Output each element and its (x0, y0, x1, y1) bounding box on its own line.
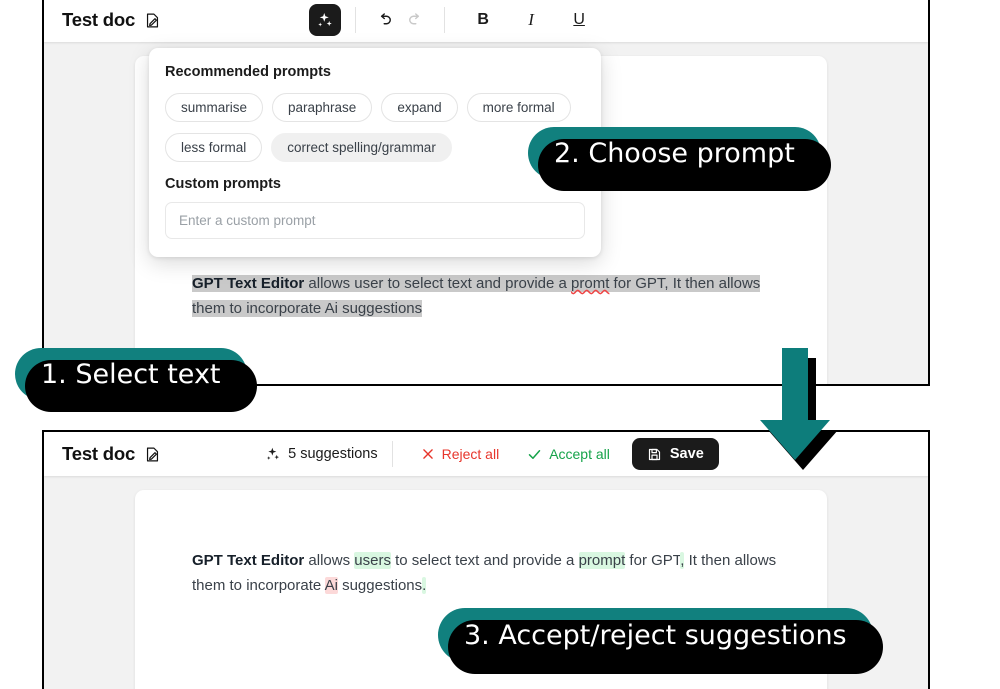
toolbar-divider-2 (444, 7, 446, 33)
cross-icon (422, 449, 433, 459)
doc-text-segment: suggestions (337, 577, 423, 594)
toolbar-divider-1 (391, 441, 393, 467)
recommended-prompt-chips-row-1: summarise paraphrase expand more formal (165, 93, 585, 122)
suggestion-insert-period[interactable]: . (422, 577, 427, 594)
toolbar-controls: B I U (309, 4, 603, 36)
callout-step-2: 2. Choose prompt (528, 127, 831, 191)
save-label: Save (669, 446, 704, 462)
prompt-chip-paraphrase[interactable]: paraphrase (272, 93, 373, 122)
editor-canvas: GPT Text Editor allows user to select te… (44, 42, 928, 384)
callout-step-1: 1. Select text (15, 348, 257, 412)
bold-button[interactable]: B (468, 5, 498, 35)
document-body-text[interactable]: GPT Text Editor allows users to select t… (192, 548, 787, 598)
custom-prompts-heading: Custom prompts (165, 176, 281, 192)
recommended-prompt-chips-row-2: less formal correct spelling/grammar (165, 133, 585, 162)
doc-text-segment: for GPT (625, 552, 681, 569)
suggestions-controls: 5 suggestions Reject all Accept all Save (265, 438, 719, 470)
callout-step-1-label: 1. Select text (41, 358, 221, 390)
suggestions-count: 5 suggestions (265, 446, 378, 462)
editor-toolbar: Test doc B I U (44, 0, 928, 42)
ai-sparkles-button[interactable] (309, 4, 342, 36)
callout-step-3: 3. Accept/reject suggestions (438, 608, 883, 674)
misspelled-word: promt (571, 275, 610, 292)
suggestion-delete-ai[interactable]: Ai (324, 577, 338, 594)
redo-arrow-icon (409, 13, 420, 25)
pencil-document-icon[interactable] (144, 12, 161, 29)
pencil-document-icon[interactable] (144, 446, 161, 463)
suggestion-insert-users[interactable]: users (354, 552, 391, 569)
callout-step-3-label: 3. Accept/reject suggestions (464, 619, 847, 651)
reject-all-label: Reject all (441, 446, 500, 462)
prompt-chip-summarise[interactable]: summarise (165, 93, 264, 122)
custom-prompt-input[interactable] (165, 202, 585, 239)
doc-text-segment: allows (304, 552, 355, 569)
suggestion-insert-prompt[interactable]: prompt (578, 552, 626, 569)
doc-text-segment: allows user to select text and provide a (304, 275, 572, 292)
prompt-chip-more-formal[interactable]: more formal (466, 93, 571, 122)
ai-sparkles-icon (267, 447, 280, 460)
prompt-chip-expand[interactable]: expand (381, 93, 458, 122)
document-title[interactable]: Test doc (62, 9, 135, 31)
screenshot-stage: Test doc B I U GPT Text Editor allows us… (0, 0, 1000, 689)
toolbar-divider-1 (355, 7, 357, 33)
ai-sparkles-icon (318, 12, 332, 27)
document-body-text[interactable]: GPT Text Editor allows user to select te… (192, 271, 787, 321)
redo-button[interactable] (400, 5, 430, 35)
doc-bold-lead: GPT Text Editor (192, 552, 305, 569)
prompt-chip-less-formal[interactable]: less formal (165, 133, 263, 162)
down-arrow-icon (760, 348, 838, 470)
undo-button[interactable] (370, 5, 400, 35)
reject-all-button[interactable]: Reject all (421, 446, 500, 462)
callout-step-2-label: 2. Choose prompt (554, 137, 795, 169)
undo-arrow-icon (381, 13, 392, 25)
suggestions-count-label: 5 suggestions (288, 446, 378, 462)
doc-bold-lead: GPT Text Editor (192, 275, 305, 292)
check-icon (528, 449, 541, 459)
underline-button[interactable]: U (564, 5, 594, 35)
accept-all-button[interactable]: Accept all (527, 446, 610, 462)
save-button[interactable]: Save (631, 438, 719, 470)
accept-all-label: Accept all (549, 446, 610, 462)
floppy-disk-icon (648, 448, 660, 460)
editor-window-step1: Test doc B I U GPT Text Editor allows us… (42, 0, 930, 386)
recommended-prompts-heading: Recommended prompts (165, 64, 331, 80)
document-title[interactable]: Test doc (62, 443, 135, 465)
italic-button[interactable]: I (516, 5, 546, 35)
doc-text-segment: to select text and provide a (390, 552, 579, 569)
prompt-chip-correct-spelling-grammar[interactable]: correct spelling/grammar (271, 133, 452, 162)
